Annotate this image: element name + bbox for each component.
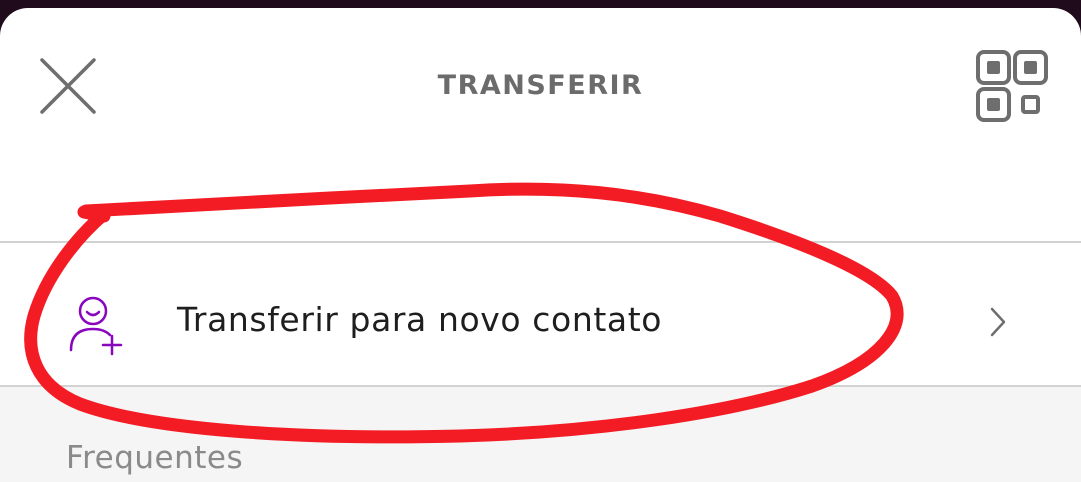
qr-code-icon <box>976 50 1048 122</box>
transfer-sheet: TRANSFERIR Transferir para novo contato … <box>0 8 1081 482</box>
page-title: TRANSFERIR <box>437 70 644 101</box>
frequent-section-title: Frequentes <box>66 440 244 476</box>
add-person-icon <box>69 296 123 356</box>
chevron-right-icon <box>990 307 1006 337</box>
new-contact-row[interactable]: Transferir para novo contato <box>0 251 1081 385</box>
frequent-section: Frequentes <box>0 387 1081 482</box>
qr-code-button[interactable] <box>974 48 1050 124</box>
new-contact-label: Transferir para novo contato <box>177 300 663 339</box>
top-divider <box>0 241 1081 243</box>
